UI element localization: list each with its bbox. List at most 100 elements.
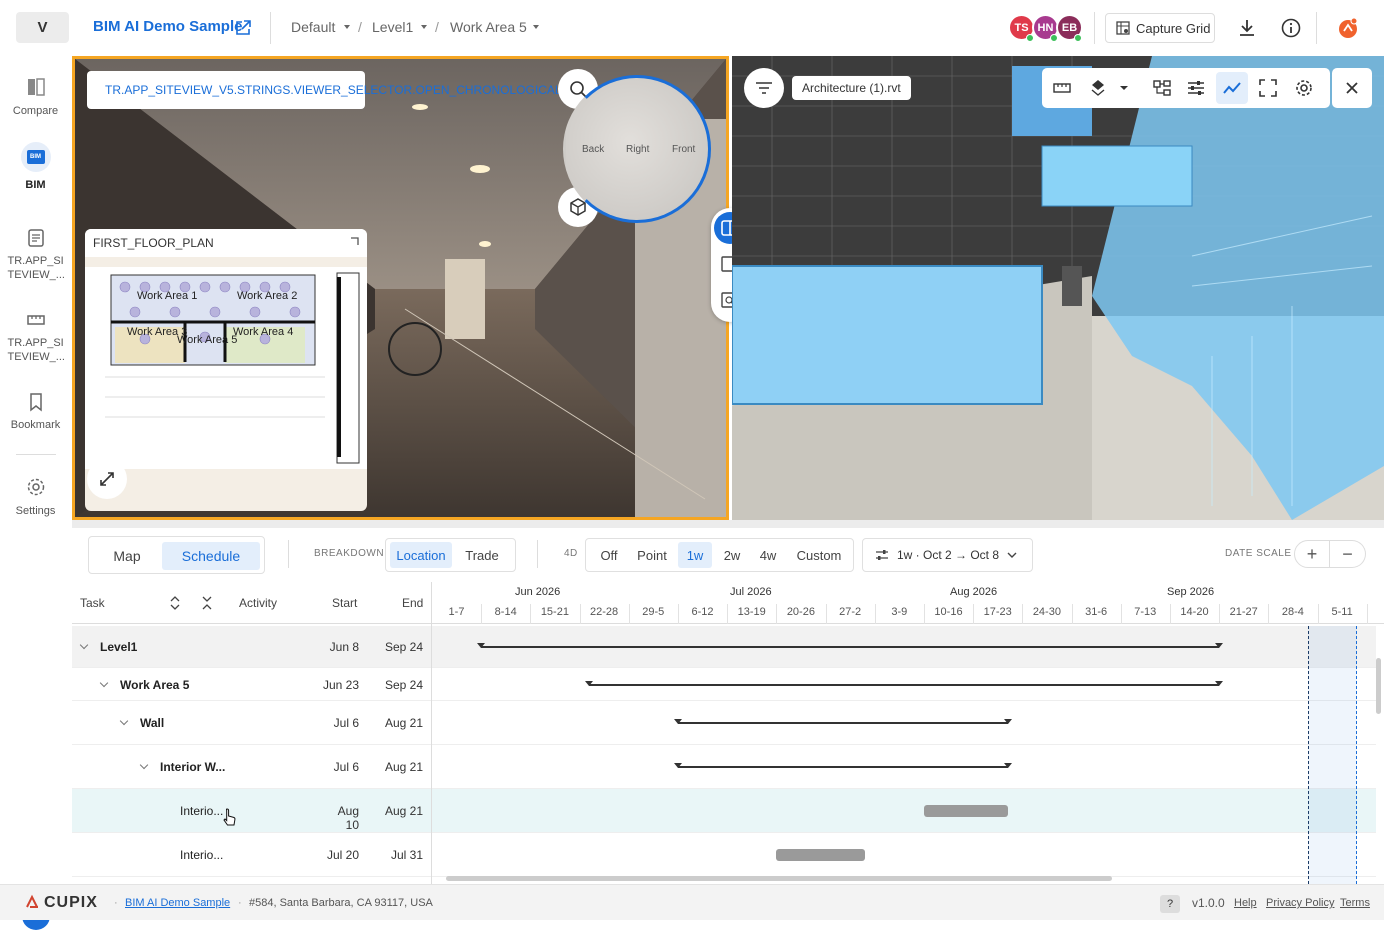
- fourd-2w[interactable]: 2w: [716, 542, 748, 568]
- project-title-link[interactable]: BIM AI Demo Sample: [93, 18, 242, 35]
- breadcrumb-separator: /: [435, 19, 439, 35]
- notification-icon[interactable]: [1337, 17, 1359, 39]
- sliders-icon[interactable]: [1186, 78, 1206, 98]
- column-start[interactable]: Start: [332, 596, 357, 610]
- column-task[interactable]: Task: [80, 596, 105, 610]
- summary-bar[interactable]: [674, 763, 1012, 768]
- cube-front-label[interactable]: Front: [672, 144, 695, 155]
- breakdown-location[interactable]: Location: [390, 542, 452, 568]
- week-label: 13-19: [737, 606, 766, 618]
- collapse-corner-icon[interactable]: [349, 237, 359, 247]
- panel-splitter[interactable]: [72, 520, 1384, 528]
- trend-icon[interactable]: [1222, 78, 1242, 98]
- task-row[interactable]: Interio... Aug 10 Aug 21: [72, 789, 1376, 833]
- section-icon[interactable]: [1088, 78, 1108, 98]
- summary-row[interactable]: Interior W... Jul 6 Aug 21: [72, 745, 1376, 789]
- sidebar-item-tr-app-2[interactable]: TR.APP_SI TEVIEW_...: [0, 310, 71, 364]
- chevron-down-icon[interactable]: [421, 25, 427, 29]
- address-text: #584, Santa Barbara, CA 93117, USA: [249, 897, 433, 909]
- fourd-custom[interactable]: Custom: [790, 542, 848, 568]
- help-link[interactable]: Help: [1234, 897, 1257, 909]
- bim-badge: BIM: [26, 150, 45, 164]
- cursor-icon: [223, 808, 236, 826]
- breadcrumb-level[interactable]: Level1: [372, 19, 413, 35]
- task-row[interactable]: Interio... Jul 20 Jul 31: [72, 833, 1376, 877]
- chevron-down-icon[interactable]: [139, 760, 149, 770]
- task-start: Jul 6: [333, 760, 359, 774]
- cube-back-label[interactable]: Back: [582, 144, 604, 155]
- summary-bar[interactable]: [585, 680, 1223, 686]
- task-start: Jun 8: [329, 640, 359, 654]
- model-name-tag[interactable]: Architecture (1).rvt: [792, 76, 911, 100]
- sidebar-item-bookmark[interactable]: Bookmark: [0, 392, 71, 432]
- fourd-off[interactable]: Off: [590, 542, 628, 568]
- task-end: Jul 31: [390, 848, 423, 862]
- summary-row[interactable]: Wall Jul 6 Aug 21: [72, 701, 1376, 745]
- tab-map[interactable]: Map: [94, 542, 160, 570]
- summary-row[interactable]: Work Area 5 Jun 23 Sep 24: [72, 668, 1376, 701]
- bim-icon: BIM: [20, 142, 51, 172]
- summary-bar[interactable]: [477, 643, 1224, 648]
- week-label: 5-11: [1331, 606, 1353, 618]
- task-name: Interio...: [180, 804, 224, 818]
- cube-right-label[interactable]: Right: [626, 144, 649, 155]
- chevron-down-icon[interactable]: [344, 25, 350, 29]
- sidebar-item-tr-app-1[interactable]: TR.APP_SI TEVIEW_...: [0, 228, 71, 282]
- help-question-button[interactable]: ?: [1160, 895, 1180, 913]
- floor-plan-minimap[interactable]: FIRST_FLOOR_PLAN Work Area 1 Work Area 2…: [85, 229, 367, 511]
- month-label: Jun 2026: [515, 586, 561, 598]
- terms-link[interactable]: Terms: [1340, 897, 1370, 909]
- task-bar[interactable]: [776, 849, 865, 861]
- divider: [270, 12, 271, 44]
- chronological-selector-button[interactable]: TR.APP_SITEVIEW_V5.STRINGS.VIEWER_SELECT…: [87, 71, 562, 109]
- breadcrumb-default[interactable]: Default: [291, 19, 335, 35]
- fourd-4w[interactable]: 4w: [752, 542, 784, 568]
- fullscreen-icon[interactable]: [1258, 78, 1278, 98]
- floor-plan-drawing[interactable]: Work Area 1 Work Area 2 Work Area 3 Work…: [85, 267, 367, 469]
- fourd-1w[interactable]: 1w: [678, 542, 712, 568]
- date-range-dropdown[interactable]: 1w · Oct 2 → Oct 8: [862, 538, 1033, 572]
- tree-icon[interactable]: [1152, 78, 1172, 98]
- capture-grid-button[interactable]: Capture Grid: [1105, 13, 1215, 43]
- sidebar-item-compare[interactable]: Compare: [0, 76, 71, 118]
- project-link[interactable]: BIM AI Demo Sample: [125, 897, 230, 909]
- fourd-point[interactable]: Point: [632, 542, 672, 568]
- view-cube[interactable]: Back Right Front: [563, 75, 711, 223]
- external-link-icon[interactable]: [234, 19, 252, 37]
- filter-button[interactable]: [744, 68, 784, 108]
- expand-map-button[interactable]: [87, 459, 127, 499]
- tab-schedule[interactable]: Schedule: [162, 542, 260, 570]
- chevron-down-icon[interactable]: [119, 716, 129, 726]
- download-icon[interactable]: [1236, 17, 1258, 39]
- vertical-scrollbar[interactable]: [1376, 658, 1381, 714]
- zoom-out-button[interactable]: −: [1330, 540, 1366, 568]
- chevron-down-icon[interactable]: [79, 640, 89, 650]
- chevron-down-icon[interactable]: [533, 25, 539, 29]
- avatar-initials: TS: [1014, 21, 1029, 34]
- photo-viewer[interactable]: TR.APP_SITEVIEW_V5.STRINGS.VIEWER_SELECT…: [72, 56, 729, 520]
- summary-row[interactable]: Level1 Jun 8 Sep 24: [72, 626, 1376, 668]
- breadcrumb-work-area[interactable]: Work Area 5: [450, 19, 527, 35]
- breakdown-trade[interactable]: Trade: [458, 542, 506, 568]
- gear-icon[interactable]: [1294, 78, 1314, 98]
- week-label: 15-21: [540, 606, 569, 618]
- sort-icon[interactable]: [170, 595, 180, 611]
- column-activity[interactable]: Activity: [239, 596, 277, 610]
- column-end[interactable]: End: [402, 596, 423, 610]
- info-icon[interactable]: [1280, 17, 1302, 39]
- bim-viewer[interactable]: Architecture (1).rvt: [732, 56, 1384, 520]
- grid-divider[interactable]: [431, 582, 432, 884]
- workspace-switcher-button[interactable]: V: [16, 12, 69, 43]
- task-bar[interactable]: [924, 805, 1008, 817]
- chevron-down-icon[interactable]: [99, 678, 109, 687]
- collapse-all-icon[interactable]: [202, 595, 212, 611]
- zoom-in-button[interactable]: +: [1294, 540, 1330, 568]
- ruler-icon[interactable]: [1052, 78, 1072, 98]
- close-bim-button[interactable]: [1332, 68, 1372, 108]
- sidebar-item-settings[interactable]: Settings: [0, 476, 71, 518]
- privacy-policy-link[interactable]: Privacy Policy: [1266, 897, 1334, 909]
- sidebar-item-bim[interactable]: BIM BIM: [0, 142, 71, 192]
- chevron-down-icon[interactable]: [1114, 78, 1134, 98]
- horizontal-scrollbar[interactable]: [446, 876, 1112, 881]
- summary-bar[interactable]: [674, 719, 1012, 724]
